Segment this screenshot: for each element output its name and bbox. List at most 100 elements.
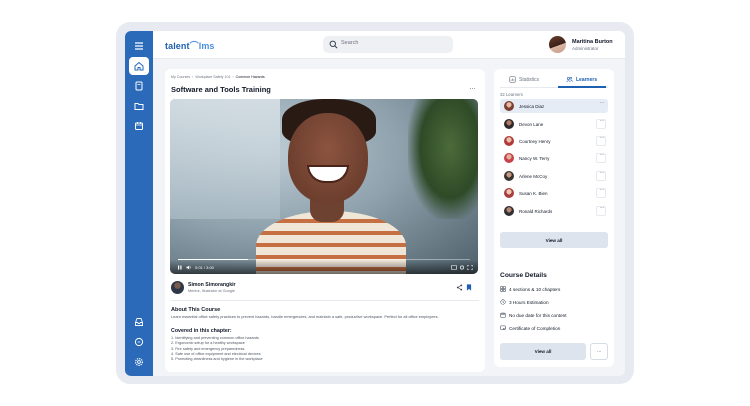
- video-person-face: [288, 113, 368, 203]
- chapter-heading: Covered in this chapter:: [171, 328, 232, 334]
- avatar: [504, 206, 514, 216]
- learner-row[interactable]: Jessica Diaz ···: [500, 99, 608, 113]
- avatar: [504, 101, 514, 111]
- learner-row[interactable]: Ronald Richards ···: [500, 204, 608, 218]
- more-options-icon[interactable]: ···: [600, 135, 605, 141]
- logo[interactable]: talent⌒lms: [165, 39, 215, 52]
- logo-wave-icon: ⌒: [189, 41, 199, 51]
- avatar: [504, 136, 514, 146]
- more-options-button[interactable]: ···: [590, 343, 608, 360]
- learner-name: Susan K. Bien: [519, 190, 548, 196]
- about-text: Learn essential office safety practices …: [171, 314, 439, 319]
- top-bar: talent⌒lms Search Maritina Burton Admini…: [153, 31, 625, 59]
- search-placeholder: Search: [341, 40, 359, 46]
- learner-row[interactable]: Courtney Henry ···: [500, 134, 608, 148]
- more-options-icon[interactable]: ···: [600, 100, 605, 106]
- more-options-icon[interactable]: ···: [600, 187, 605, 193]
- sidebar-item-files[interactable]: [129, 97, 149, 115]
- captions-icon[interactable]: [451, 265, 457, 270]
- more-options-icon[interactable]: ···: [600, 170, 605, 176]
- user-name: Maritina Burton: [572, 39, 613, 45]
- fullscreen-icon[interactable]: [467, 265, 473, 270]
- sidebar-item-messages[interactable]: [129, 333, 149, 351]
- folder-icon: [134, 103, 144, 110]
- breadcrumb-current: Common Hazards: [235, 75, 265, 79]
- learner-name: Courtney Henry: [519, 138, 551, 144]
- instructor-avatar[interactable]: [171, 281, 184, 294]
- chapter-item: 5. Promoting cleanliness and hygiene in …: [171, 357, 263, 362]
- learner-row[interactable]: Devon Lane ···: [500, 117, 608, 131]
- learner-row[interactable]: Susan K. Bien ···: [500, 186, 608, 200]
- learner-row[interactable]: Arlene McCoy ···: [500, 169, 608, 183]
- course-details-panel: Course Details 4 sections & 10 chapters …: [494, 264, 614, 367]
- settings-icon[interactable]: [459, 265, 465, 270]
- course-card: My Courses › Workplace Safety 101 › Comm…: [165, 69, 485, 372]
- app-screen: talent⌒lms Search Maritina Burton Admini…: [125, 31, 625, 376]
- detail-row: Certificate of Completion: [500, 325, 560, 331]
- home-icon: [134, 61, 144, 71]
- certificate-icon: [500, 325, 506, 330]
- chat-icon: [134, 337, 144, 347]
- more-options-icon[interactable]: ···: [469, 85, 476, 93]
- learner-name: Nancy W. Terry: [519, 155, 550, 161]
- grid-icon: [500, 286, 506, 292]
- avatar: [504, 153, 514, 163]
- sidebar-item-calendar[interactable]: [129, 117, 149, 135]
- user-role: Administrator: [572, 46, 599, 51]
- detail-row: 3 Hours Estimation: [500, 299, 549, 305]
- learner-name: Arlene McCoy: [519, 173, 548, 179]
- search-icon: [329, 40, 338, 49]
- sidebar-item-home[interactable]: [129, 57, 149, 75]
- calendar-icon: [500, 312, 506, 318]
- pause-icon[interactable]: [177, 265, 183, 270]
- users-icon: [566, 77, 573, 83]
- avatar: [504, 188, 514, 198]
- learner-count: 32 Learners: [500, 92, 523, 97]
- video-controls: [170, 260, 478, 274]
- more-options-icon[interactable]: ···: [600, 118, 605, 124]
- view-all-details-button[interactable]: View all: [500, 343, 586, 360]
- menu-icon[interactable]: [129, 37, 149, 55]
- detail-row: 4 sections & 10 chapters: [500, 286, 560, 292]
- sidebar-item-courses[interactable]: [129, 77, 149, 95]
- more-options-icon[interactable]: ···: [600, 205, 605, 211]
- avatar: [504, 119, 514, 129]
- clock-icon: [500, 299, 506, 305]
- detail-row: No due date for this content: [500, 312, 567, 318]
- instructor-name: Simon Simorangkir: [188, 282, 236, 288]
- tab-learners[interactable]: Learners: [566, 73, 597, 86]
- chart-icon: [509, 76, 516, 83]
- video-progress-bar[interactable]: [178, 258, 470, 260]
- video-player[interactable]: 0:01 / 3:00: [170, 99, 478, 274]
- learner-name: Jessica Diaz: [519, 103, 545, 109]
- video-plant: [408, 99, 478, 219]
- about-heading: About This Course: [171, 307, 221, 313]
- breadcrumb: My Courses › Workplace Safety 101 › Comm…: [171, 75, 265, 79]
- active-tab-indicator: [558, 86, 606, 88]
- calendar-icon: [135, 122, 143, 130]
- video-progress-fill: [178, 258, 249, 260]
- breadcrumb-item[interactable]: Workplace Safety 101: [195, 75, 230, 79]
- book-icon: [135, 81, 143, 91]
- tab-statistics[interactable]: Statistics: [509, 73, 539, 86]
- instructor-role: Mentor, Illustrator at Google: [188, 289, 235, 293]
- search-input[interactable]: Search: [323, 36, 453, 53]
- learners-panel: Statistics Learners 32 Learners Jessica …: [494, 69, 614, 293]
- share-icon[interactable]: [456, 284, 463, 291]
- video-time: 0:01 / 3:00: [195, 265, 214, 270]
- divider: [171, 300, 479, 301]
- sidebar-item-settings[interactable]: [129, 353, 149, 371]
- gear-icon: [134, 357, 144, 367]
- learner-name: Ronald Richards: [519, 208, 553, 214]
- course-details-heading: Course Details: [500, 272, 547, 279]
- view-all-learners-button[interactable]: View all: [500, 232, 608, 248]
- user-avatar[interactable]: [549, 36, 566, 53]
- breadcrumb-item[interactable]: My Courses: [171, 75, 190, 79]
- volume-icon[interactable]: [186, 265, 192, 270]
- avatar: [504, 171, 514, 181]
- learner-row[interactable]: Nancy W. Terry ···: [500, 151, 608, 165]
- chapter-list: 1. Identifying and preventing common off…: [171, 336, 263, 362]
- more-options-icon[interactable]: ···: [600, 152, 605, 158]
- sidebar-item-inbox[interactable]: [129, 313, 149, 331]
- bookmark-icon[interactable]: [466, 284, 472, 291]
